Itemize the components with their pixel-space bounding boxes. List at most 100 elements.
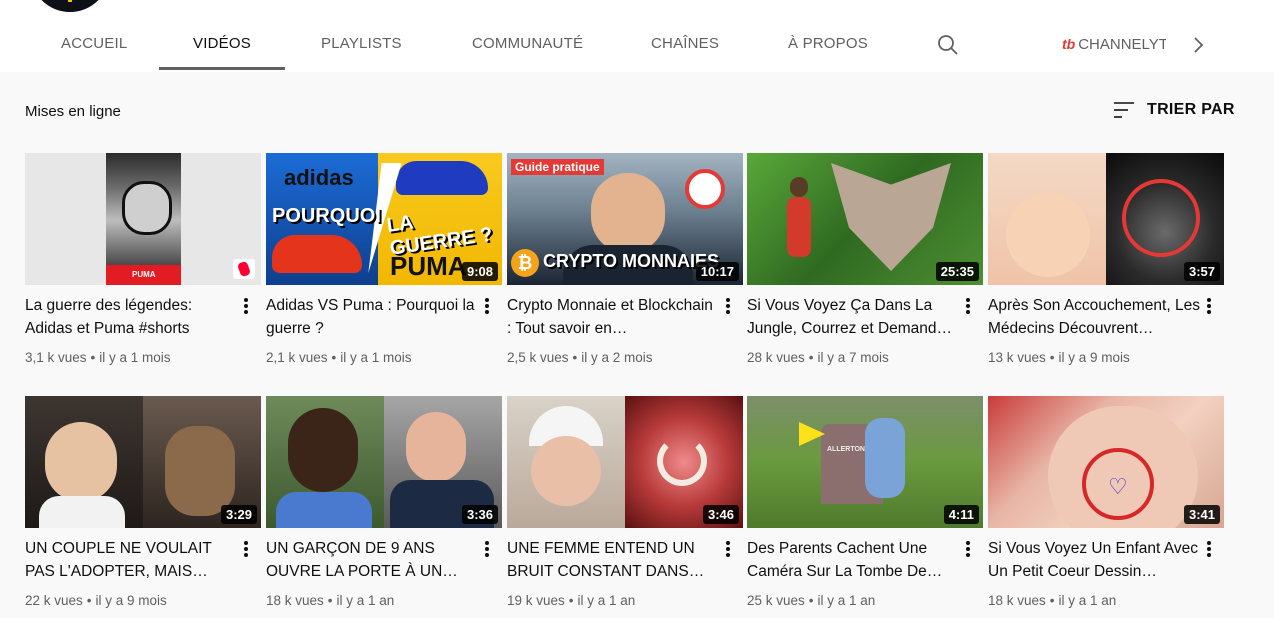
view-count: 2,1 k vues (266, 350, 328, 365)
more-vert-icon[interactable] (721, 539, 735, 559)
video-card[interactable]: 3:36 UN GARÇON DE 9 ANS OUVRE LA PORTE À… (266, 396, 502, 608)
view-count: 13 k vues (988, 350, 1046, 365)
tab-accueil[interactable]: ACCUEIL (61, 0, 127, 70)
video-card[interactable]: ALLERTON 4:11 Des Parents Cachent Une Ca… (747, 396, 983, 608)
thumbnail-text: CRYPTO MONNAIES (543, 251, 720, 271)
more-vert-icon[interactable] (239, 539, 253, 559)
more-vert-icon[interactable] (1202, 539, 1216, 559)
channelytics-logo-icon: tb (1062, 36, 1076, 52)
upload-age: il y a 7 mois (817, 350, 889, 365)
tab-channelytics[interactable]: tbCHANNELYTICS (1062, 0, 1166, 70)
video-thumbnail[interactable]: PUMA (25, 153, 261, 285)
worm-image (657, 436, 707, 486)
video-thumbnail[interactable]: Guide pratique ₿ CRYPTO MONNAIES 10:17 (507, 153, 743, 285)
video-thumbnail[interactable]: adidas POURQUOI LA GUERRE ? PUMA 9:08 (266, 153, 502, 285)
view-count: 25 k vues (747, 593, 805, 608)
heart-icon: ♡ (1108, 474, 1128, 499)
upload-age: il y a 1 an (817, 593, 876, 608)
sort-icon (1114, 102, 1134, 118)
view-count: 18 k vues (988, 593, 1046, 608)
video-card[interactable]: Guide pratique ₿ CRYPTO MONNAIES 10:17 C… (507, 153, 743, 365)
tab-chaines[interactable]: CHAÎNES (651, 0, 719, 70)
thumbnail-photo (106, 153, 181, 265)
shoe-image (396, 161, 488, 195)
upload-age: il y a 1 mois (99, 350, 171, 365)
video-title[interactable]: UN COUPLE NE VOULAIT PAS L'ADOPTER, MAIS… (25, 537, 237, 583)
video-title[interactable]: UN GARÇON DE 9 ANS OUVRE LA PORTE À UN… (266, 537, 478, 583)
view-count: 2,5 k vues (507, 350, 569, 365)
video-thumbnail[interactable]: 3:29 (25, 396, 261, 528)
thumbnail-text: PUMA (132, 270, 156, 279)
shoe-image (272, 235, 362, 273)
video-card[interactable]: 3:57 Après Son Accouchement, Les Médecin… (988, 153, 1224, 365)
more-vert-icon[interactable] (480, 539, 494, 559)
bitcoin-icon: ₿ (511, 249, 539, 277)
section-title: Mises en ligne (25, 103, 121, 120)
thumbnail-text: POURQUOI (272, 205, 381, 227)
tab-playlists[interactable]: PLAYLISTS (321, 0, 402, 70)
thumbnail-person (45, 422, 117, 502)
video-meta: 18 k vues • il y a 1 an (988, 593, 1117, 608)
thumbnail-text: ALLERTON (827, 446, 865, 453)
video-meta: 13 k vues • il y a 9 mois (988, 350, 1130, 365)
video-meta: 22 k vues • il y a 9 mois (25, 593, 167, 608)
upload-age: il y a 1 an (1058, 593, 1117, 608)
search-icon[interactable] (936, 33, 960, 57)
view-count: 22 k vues (25, 593, 83, 608)
duration-badge: 9:08 (461, 262, 498, 281)
video-meta: 18 k vues • il y a 1 an (266, 593, 395, 608)
video-card[interactable]: 3:29 UN COUPLE NE VOULAIT PAS L'ADOPTER,… (25, 396, 261, 608)
view-count: 18 k vues (266, 593, 324, 608)
upload-age: il y a 2 mois (581, 350, 653, 365)
view-count: 3,1 k vues (25, 350, 87, 365)
more-vert-icon[interactable] (961, 296, 975, 316)
more-vert-icon[interactable] (480, 296, 494, 316)
video-title[interactable]: Après Son Accouchement, Les Médecins Déc… (988, 294, 1200, 340)
video-card[interactable]: 3:46 UNE FEMME ENTEND UN BRUIT CONSTANT … (507, 396, 743, 608)
video-thumbnail[interactable]: 25:35 (747, 153, 983, 285)
upload-age: il y a 1 mois (340, 350, 412, 365)
more-vert-icon[interactable] (721, 296, 735, 316)
sort-label: TRIER PAR (1147, 101, 1235, 118)
video-thumbnail[interactable]: 3:46 (507, 396, 743, 528)
sort-button[interactable]: TRIER PAR (1113, 97, 1235, 123)
thumbnail-brand-strip: PUMA (106, 265, 181, 285)
video-card[interactable]: PUMA La guerre des légendes: Adidas et P… (25, 153, 261, 365)
tab-videos[interactable]: VIDÉOS (159, 0, 285, 70)
tab-a-propos[interactable]: À PROPOS (788, 0, 868, 70)
thumbnail-person (865, 418, 905, 498)
upload-age: il y a 1 an (336, 593, 395, 608)
video-thumbnail[interactable]: 3:36 (266, 396, 502, 528)
upload-age: il y a 9 mois (1058, 350, 1130, 365)
duration-badge: 4:11 (943, 505, 979, 524)
video-thumbnail[interactable]: 3:57 (988, 153, 1224, 285)
duration-badge: 3:46 (702, 505, 739, 524)
video-title[interactable]: La guerre des légendes: Adidas et Puma #… (25, 294, 237, 340)
duration-badge: 10:17 (695, 262, 739, 281)
shorts-icon (233, 259, 255, 279)
video-title[interactable]: Des Parents Cachent Une Caméra Sur La To… (747, 537, 959, 583)
video-thumbnail[interactable]: ALLERTON 4:11 (747, 396, 983, 528)
thumbnail-person (531, 436, 601, 506)
tab-communaute[interactable]: COMMUNAUTÉ (472, 0, 583, 70)
video-card[interactable]: ♡ 3:41 Si Vous Voyez Un Enfant Avec Un P… (988, 396, 1224, 608)
video-card[interactable]: adidas POURQUOI LA GUERRE ? PUMA 9:08 Ad… (266, 153, 502, 365)
video-title[interactable]: Si Vous Voyez Un Enfant Avec Un Petit Co… (988, 537, 1200, 583)
duration-badge: 3:57 (1183, 262, 1220, 281)
video-thumbnail[interactable]: ♡ 3:41 (988, 396, 1224, 528)
more-vert-icon[interactable] (239, 296, 253, 316)
upload-age: il y a 1 an (577, 593, 636, 608)
thumbnail-person (591, 173, 665, 253)
video-title[interactable]: Si Vous Voyez Ça Dans La Jungle, Courrez… (747, 294, 959, 340)
video-title[interactable]: Crypto Monnaie et Blockchain : Tout savo… (507, 294, 719, 340)
channel-tab-bar: ACCUEIL VIDÉOS PLAYLISTS COMMUNAUTÉ CHAÎ… (0, 0, 1274, 72)
video-title[interactable]: Adidas VS Puma : Pourquoi la guerre ? (266, 294, 478, 340)
more-vert-icon[interactable] (1202, 296, 1216, 316)
video-card[interactable]: 25:35 Si Vous Voyez Ça Dans La Jungle, C… (747, 153, 983, 365)
video-meta: 2,5 k vues • il y a 2 mois (507, 350, 653, 365)
more-vert-icon[interactable] (961, 539, 975, 559)
duration-badge: 3:36 (461, 505, 498, 524)
video-title[interactable]: UNE FEMME ENTEND UN BRUIT CONSTANT DANS … (507, 537, 719, 583)
arrow-icon (799, 422, 825, 446)
chevron-right-icon[interactable] (1186, 33, 1210, 57)
